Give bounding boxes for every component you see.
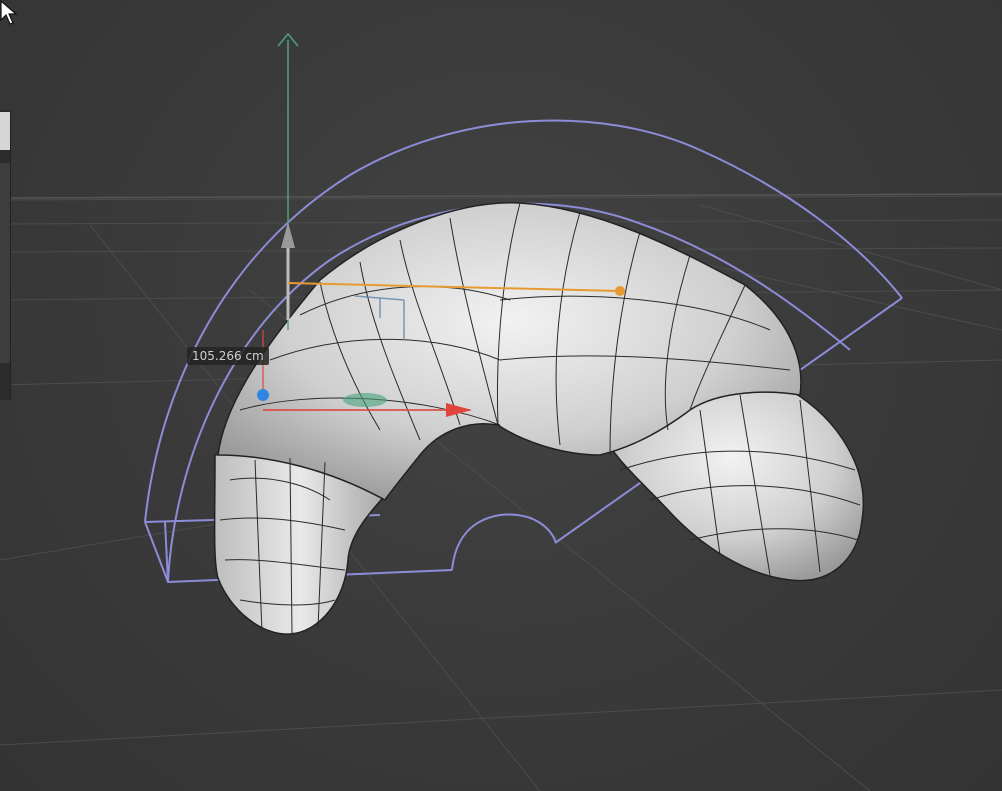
handle-point[interactable] <box>615 286 625 296</box>
panel-tab[interactable] <box>0 112 10 150</box>
z-axis-handle[interactable] <box>257 389 269 401</box>
viewport-scene <box>0 32 1002 791</box>
3d-viewport[interactable]: 105.266 cm <box>0 0 1002 791</box>
arrow-pointer-icon <box>0 0 18 25</box>
xz-plane-handle[interactable] <box>343 393 387 407</box>
bent-capsule-mesh[interactable] <box>213 202 864 635</box>
horizon-line <box>0 193 1002 199</box>
measurement-label: 105.266 cm <box>187 347 269 365</box>
panel-field[interactable] <box>0 163 10 363</box>
